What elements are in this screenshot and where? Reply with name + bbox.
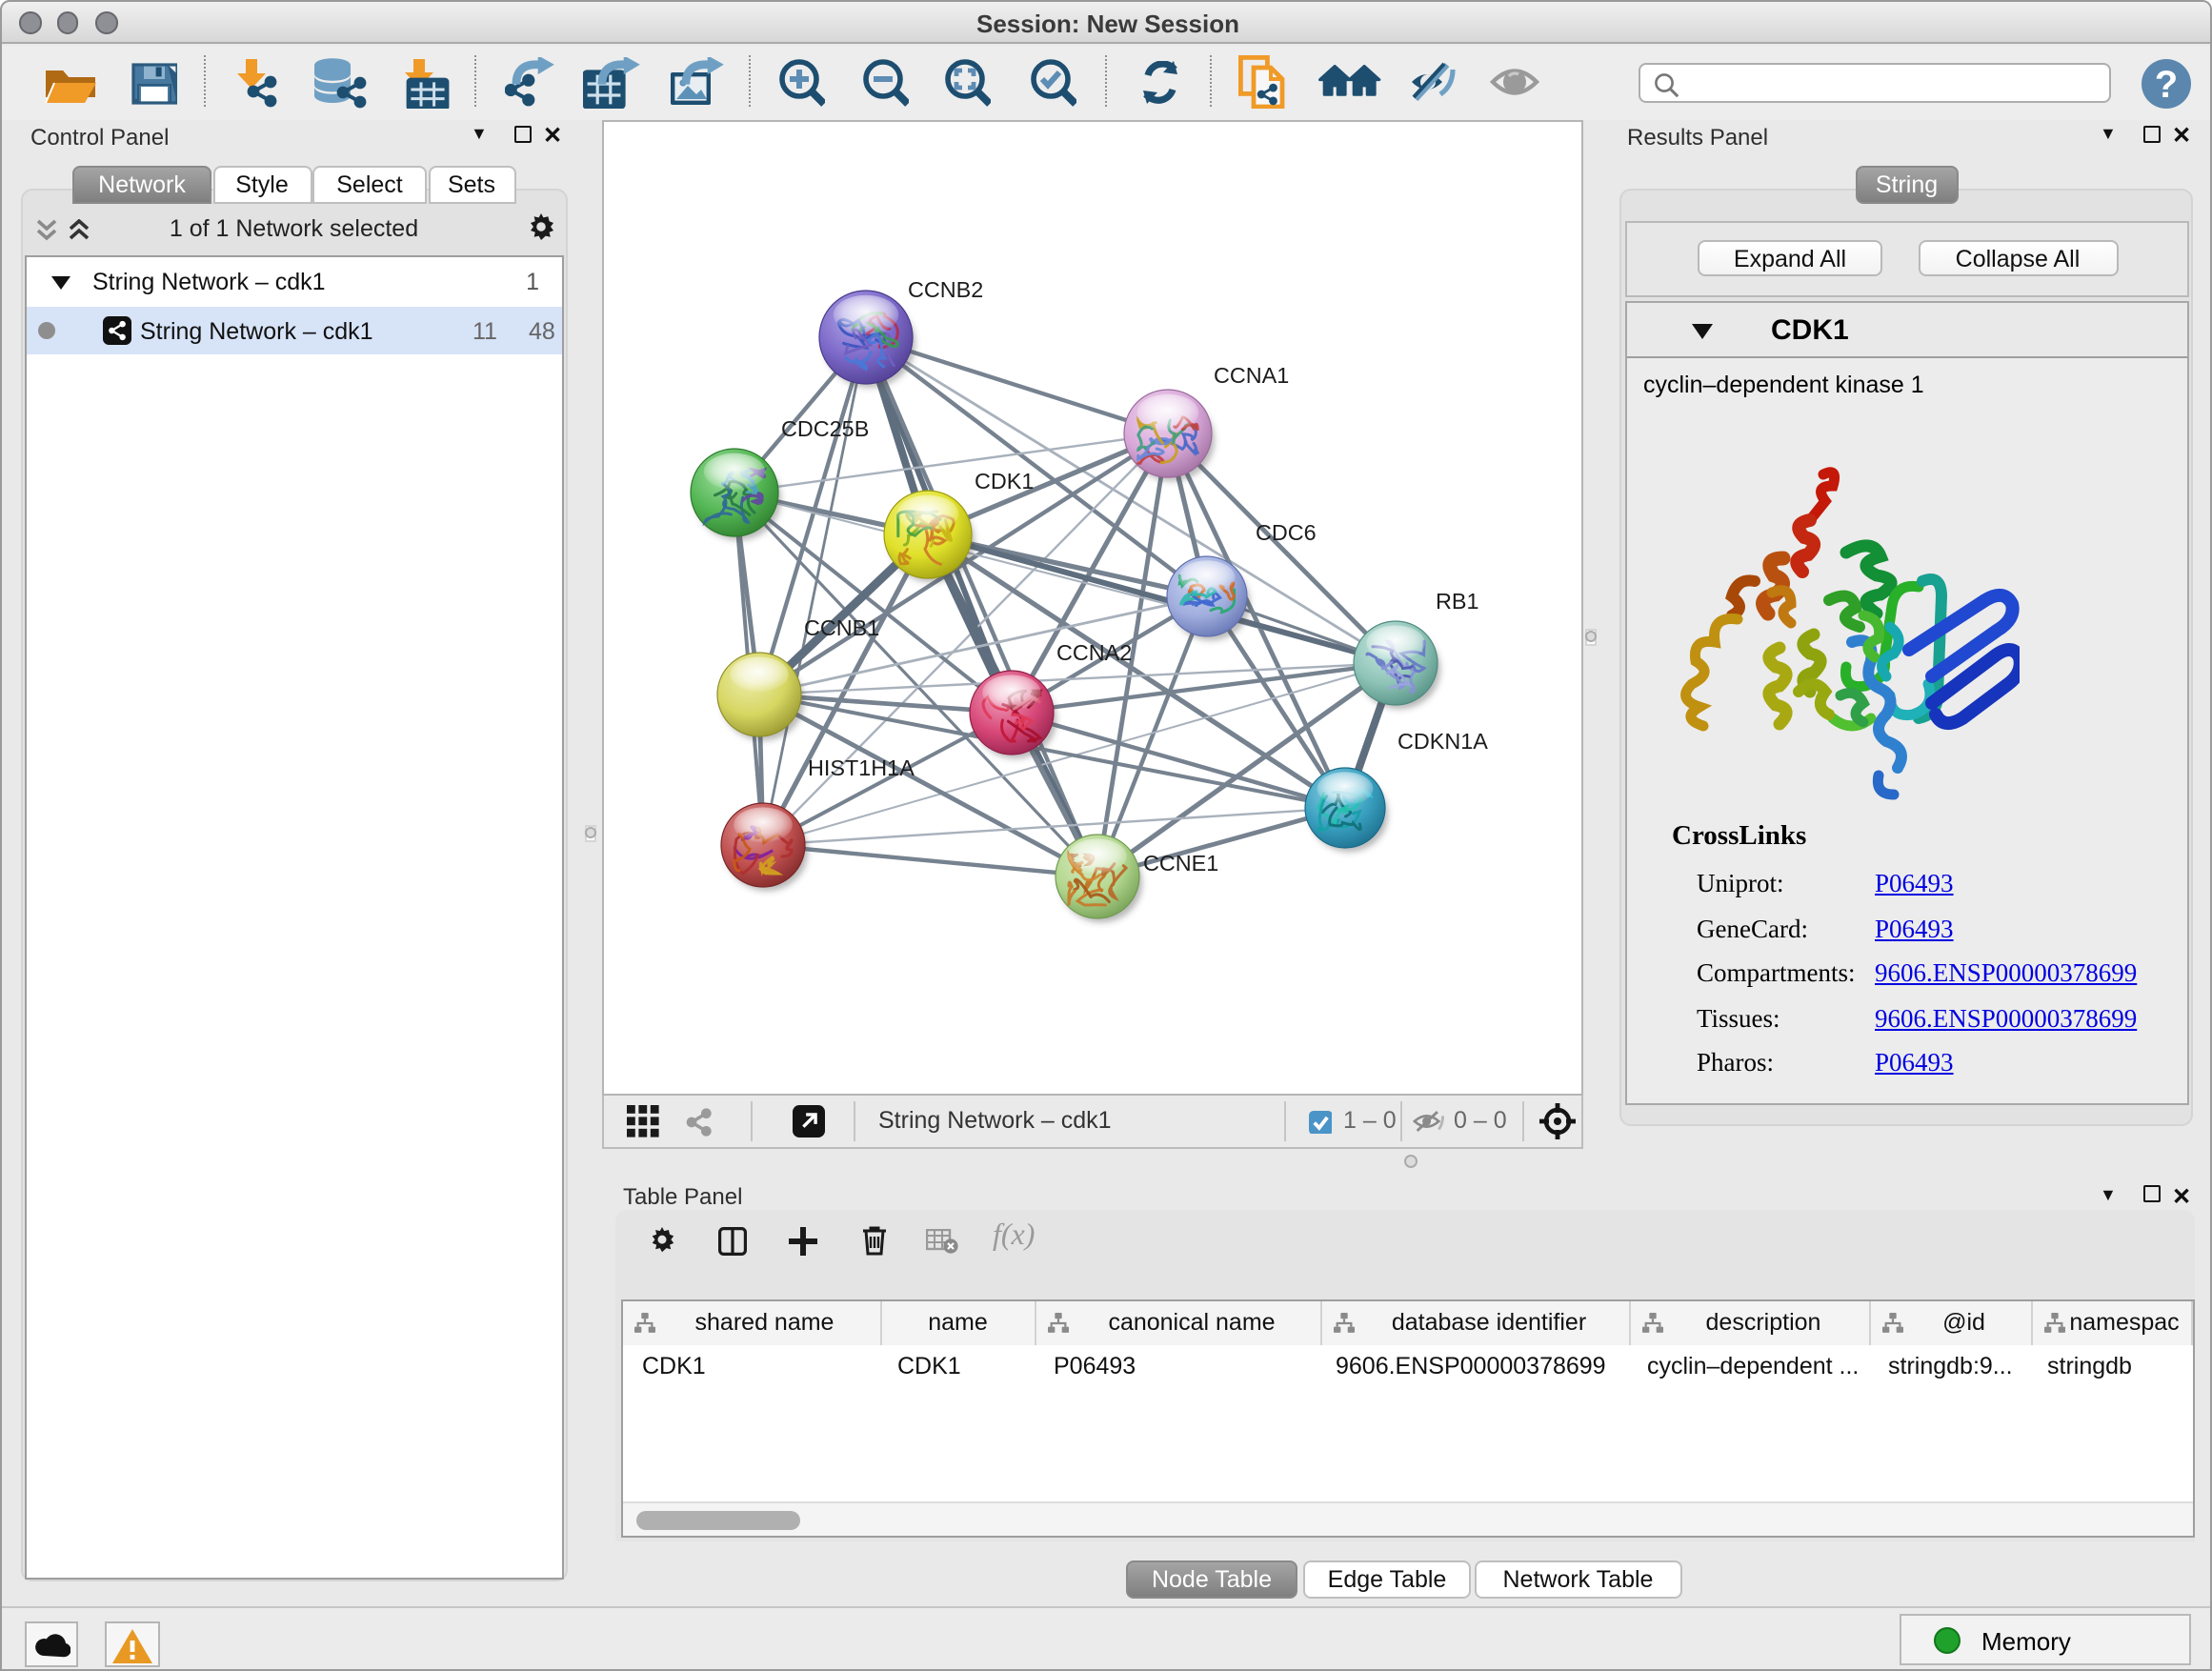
svg-text:?: ? [2155, 63, 2178, 105]
svg-text:CCNB1: CCNB1 [804, 615, 879, 640]
svg-text:RB1: RB1 [1436, 589, 1479, 614]
svg-text:CDC6: CDC6 [1256, 520, 1317, 545]
svg-text:HIST1H1A: HIST1H1A [808, 755, 915, 780]
svg-text:CDKN1A: CDKN1A [1398, 729, 1488, 754]
svg-text:CDK1: CDK1 [975, 469, 1034, 493]
svg-text:CCNB2: CCNB2 [908, 277, 983, 302]
svg-text:CCNA1: CCNA1 [1214, 363, 1289, 388]
svg-text:CDC25B: CDC25B [781, 416, 869, 441]
svg-text:CCNA2: CCNA2 [1056, 640, 1132, 665]
svg-text:CCNE1: CCNE1 [1143, 851, 1218, 876]
